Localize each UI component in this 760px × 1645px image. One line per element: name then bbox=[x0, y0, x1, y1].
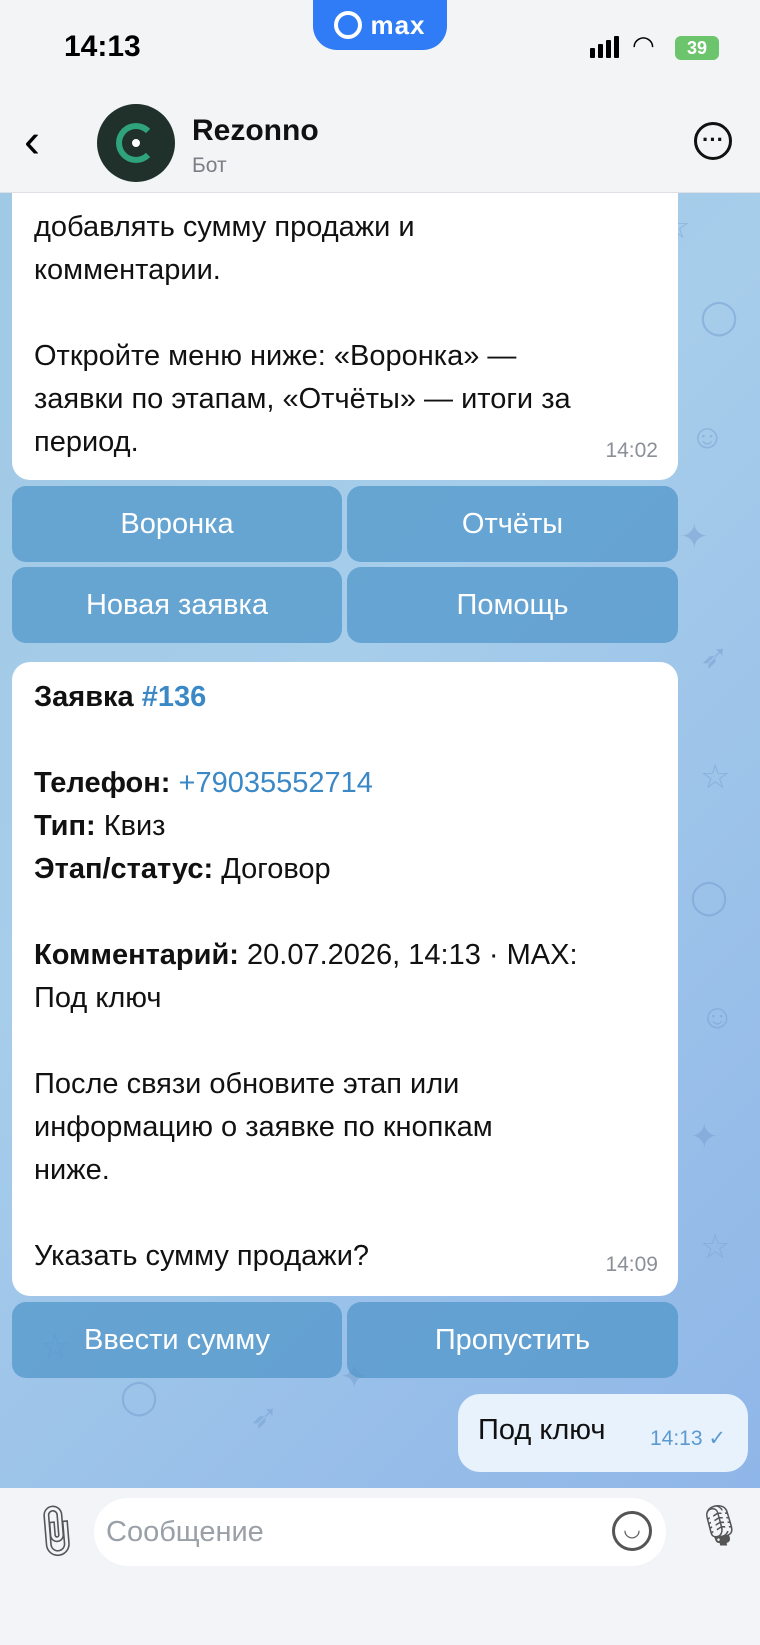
astronaut-doodle-icon: ☺ bbox=[700, 998, 735, 1036]
note-line: После связи обновите этап или bbox=[34, 1068, 460, 1100]
cellular-signal-icon bbox=[590, 36, 619, 58]
type-row: Тип: Квиз bbox=[34, 810, 166, 842]
help-button[interactable]: Помощь bbox=[347, 567, 678, 643]
chat-header: ‹ Rezonno Бот ··· bbox=[0, 96, 760, 193]
read-check-icon: ✓ bbox=[708, 1427, 726, 1450]
microphone-icon[interactable]: 🎙︎ bbox=[694, 1502, 745, 1549]
phone-row: Телефон: +79035552714 bbox=[34, 767, 373, 799]
phone-link[interactable]: +79035552714 bbox=[179, 767, 373, 799]
comment-row: Комментарий: 20.07.2026, 14:13 · MAX: bbox=[34, 939, 578, 971]
rezonno-logo-icon bbox=[116, 123, 156, 163]
note-line: информацию о заявке по кнопкам bbox=[34, 1111, 493, 1143]
stage-row: Этап/статус: Договор bbox=[34, 853, 331, 885]
message-line: Откройте меню ниже: «Воронка» — bbox=[34, 340, 517, 372]
message-composer: 📎︎ Сообщение ◡ 🎙︎ bbox=[0, 1488, 760, 1645]
own-message-text: Под ключ bbox=[478, 1414, 606, 1446]
max-badge-label: max bbox=[370, 9, 426, 40]
battery-icon: 39 bbox=[675, 36, 719, 60]
funnel-button[interactable]: Воронка bbox=[12, 486, 342, 562]
skip-button[interactable]: Пропустить bbox=[347, 1302, 678, 1378]
chat-subtitle: Бот bbox=[192, 154, 227, 177]
avatar[interactable] bbox=[97, 104, 175, 182]
message-time: 14:02 bbox=[605, 439, 658, 462]
message-line: заявки по этапам, «Отчёты» — итоги за bbox=[34, 383, 571, 415]
paperclip-icon[interactable]: 📎︎ bbox=[21, 1497, 90, 1566]
star-doodle-icon: ☆ bbox=[700, 1228, 731, 1266]
star-doodle-icon: ✦ bbox=[680, 518, 709, 556]
comment-line: Под ключ bbox=[34, 982, 162, 1014]
enter-amount-button[interactable]: Ввести сумму bbox=[12, 1302, 342, 1378]
note-line: ниже. bbox=[34, 1154, 110, 1186]
chevron-left-icon[interactable]: ‹ bbox=[24, 118, 40, 166]
planet-doodle-icon: ◯ bbox=[120, 1378, 159, 1416]
reports-button[interactable]: Отчёты bbox=[347, 486, 678, 562]
max-logo-icon bbox=[334, 11, 363, 39]
request-number-link[interactable]: #136 bbox=[142, 681, 207, 713]
own-message-meta: 14:13 ✓ bbox=[649, 1427, 726, 1450]
question-line: Указать сумму продажи? bbox=[34, 1240, 370, 1272]
message-line: комментарии. bbox=[34, 254, 221, 286]
max-app-badge[interactable]: max bbox=[313, 0, 447, 50]
rocket-doodle-icon: ➶ bbox=[700, 638, 729, 676]
status-time: 14:13 bbox=[64, 30, 141, 63]
message-time: 14:09 bbox=[605, 1253, 658, 1276]
planet-doodle-icon: ◯ bbox=[690, 878, 729, 916]
message-input[interactable]: Сообщение bbox=[94, 1498, 666, 1566]
message-line: добавлять сумму продажи и bbox=[34, 211, 415, 243]
star-doodle-icon: ☆ bbox=[700, 758, 731, 796]
status-bar: 14:13 max ◠ 39 bbox=[0, 0, 760, 96]
planet-doodle-icon: ◯ bbox=[700, 298, 739, 336]
astronaut-doodle-icon: ☺ bbox=[690, 418, 725, 456]
own-message-bubble: Под ключ 14:13 ✓ bbox=[458, 1394, 748, 1472]
rocket-doodle-icon: ➶ bbox=[250, 1398, 279, 1436]
request-title: Заявка #136 bbox=[34, 681, 207, 713]
message-line: период. bbox=[34, 426, 139, 458]
emoji-icon[interactable]: ◡ bbox=[612, 1511, 652, 1551]
star-doodle-icon: ✦ bbox=[690, 1118, 719, 1156]
bot-message-bubble: Заявка #136 Телефон: +79035552714 Тип: К… bbox=[12, 662, 678, 1296]
more-icon[interactable]: ··· bbox=[694, 122, 732, 160]
chat-title[interactable]: Rezonno bbox=[192, 114, 319, 148]
wifi-icon: ◠ bbox=[632, 30, 655, 60]
new-request-button[interactable]: Новая заявка bbox=[12, 567, 342, 643]
